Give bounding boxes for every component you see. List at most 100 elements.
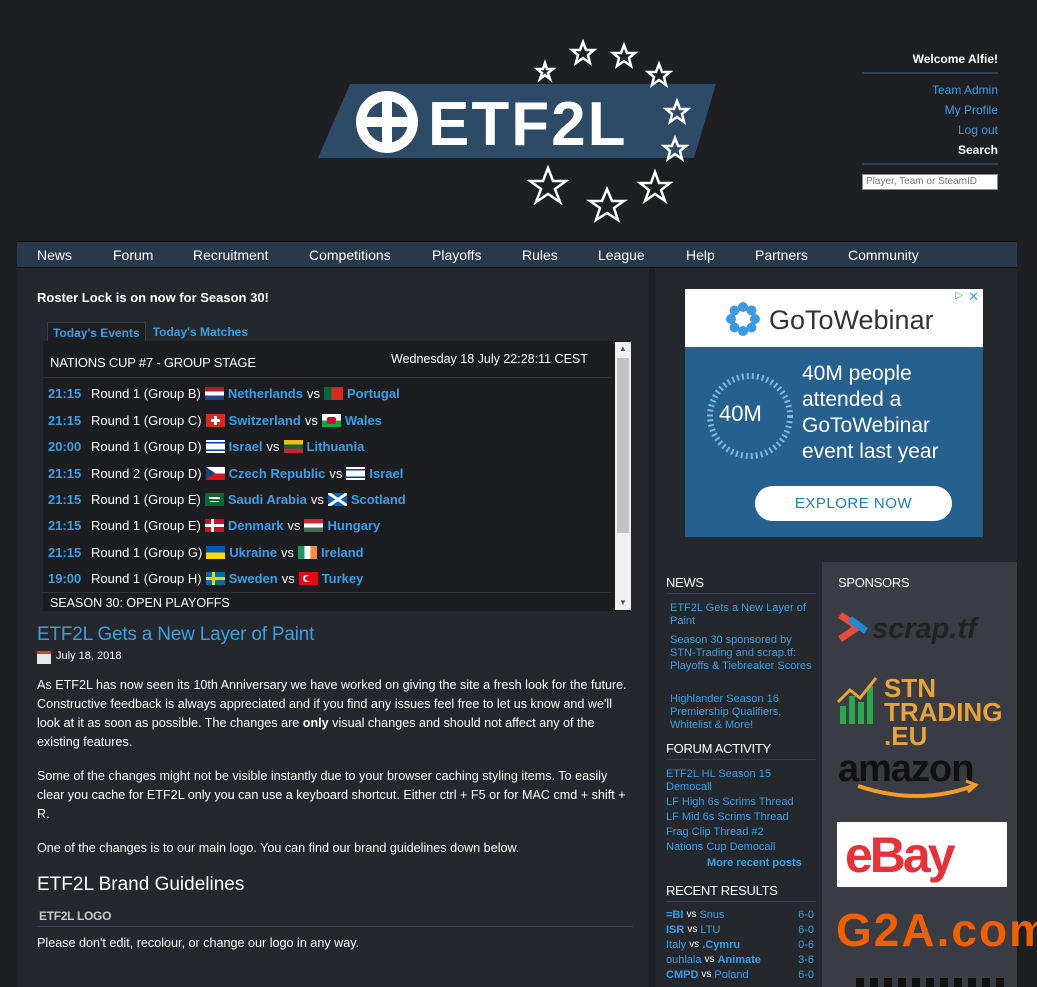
match-score[interactable]: 3-6 — [798, 954, 814, 966]
team-admin-link[interactable]: Team Admin — [862, 83, 998, 97]
nav-help[interactable]: Help — [686, 247, 715, 263]
team-link[interactable]: Saudi Arabia — [228, 492, 307, 507]
team-link[interactable]: LTU — [700, 924, 720, 939]
forum-item[interactable]: ETF2L HL Season 15 Democall — [666, 768, 811, 794]
event-round: Round 1 (Group C) — [91, 413, 202, 428]
forum-item[interactable]: LF Mid 6s Scrims Thread — [666, 811, 789, 824]
czech-flag-icon — [205, 467, 225, 480]
search-input[interactable] — [862, 173, 998, 190]
team-link[interactable]: Italy — [666, 939, 686, 954]
logo-subheading: ETF2L LOGO — [39, 909, 112, 923]
forum-item[interactable]: LF High 6s Scrims Thread — [666, 796, 794, 809]
team-link[interactable]: ISR — [666, 924, 684, 939]
explore-now-button[interactable]: EXPLORE NOW — [755, 486, 952, 521]
match-score[interactable]: 0-6 — [798, 939, 814, 951]
event-round: Round 1 (Group G) — [91, 545, 203, 560]
event-row: 21:15 Round 1 (Group B) Netherlands vs P… — [48, 386, 400, 401]
result-row: ISR vs LTU 6-0 — [666, 924, 814, 939]
team-link[interactable]: ouhlala — [666, 954, 701, 969]
result-row: ouhlala vs Animate 3-6 — [666, 954, 814, 969]
team-link[interactable]: .Cymru — [702, 939, 740, 954]
team-link[interactable]: Poland — [714, 969, 748, 984]
scroll-down-icon[interactable]: ▼ — [615, 596, 631, 610]
more-recent-posts-link[interactable]: More recent posts — [707, 857, 802, 870]
ebay-sponsor-logo[interactable]: eBay — [837, 822, 1007, 887]
news-item[interactable]: Season 30 sponsored by STN-Trading and s… — [670, 634, 815, 673]
team-link[interactable]: Portugal — [347, 386, 400, 401]
team-link[interactable]: Netherlands — [228, 386, 303, 401]
result-row: Italy vs .Cymru 0-6 — [666, 939, 814, 954]
team-link[interactable]: Ukraine — [229, 545, 277, 560]
scroll-up-icon[interactable]: ▲ — [615, 342, 631, 356]
team-link[interactable]: Lithuania — [307, 439, 365, 454]
welcome-text: Welcome Alfie! — [862, 52, 998, 74]
scrap-tf-sponsor-logo[interactable]: scrap.tf — [836, 605, 1008, 655]
nav-competitions[interactable]: Competitions — [309, 247, 391, 263]
g2a-sponsor-logo[interactable]: G2A.com — [836, 903, 1037, 959]
event-time: 21:15 — [48, 518, 82, 533]
next-sponsor-logo[interactable] — [856, 978, 1006, 987]
hungary-flag-icon — [304, 519, 324, 532]
team-link[interactable]: Denmark — [228, 518, 284, 533]
forum-item[interactable]: Frag Clip Thread #2 — [666, 826, 764, 839]
team-link[interactable]: Sweden — [229, 571, 278, 586]
tab-todays-events[interactable]: Today's Events — [47, 322, 146, 342]
events-heading: NATIONS CUP #7 - GROUP STAGE — [50, 355, 256, 370]
ad-stat: 40M — [719, 401, 762, 426]
article-paragraph: Some of the changes might not be visible… — [37, 769, 626, 821]
ad-info-icon[interactable]: ▷ — [955, 290, 963, 301]
team-link[interactable]: Switzerland — [229, 413, 301, 428]
team-link[interactable]: Turkey — [322, 571, 364, 586]
etf2l-logo[interactable]: ETF2L — [310, 38, 730, 238]
gotowebinar-ad[interactable]: GoToWebinar ▷ ✕ 40M 40M people attended … — [685, 289, 983, 537]
team-link[interactable]: CMPD — [666, 969, 698, 984]
match-score[interactable]: 6-0 — [798, 924, 814, 936]
vs-label: vs — [280, 545, 294, 560]
article-paragraph: As ETF2L has now seen its 10th Anniversa… — [37, 676, 637, 752]
team-link[interactable]: Scotland — [351, 492, 406, 507]
tab-todays-matches[interactable]: Today's Matches — [148, 322, 253, 342]
team-link[interactable]: Israel — [229, 439, 263, 454]
event-time: 20:00 — [48, 439, 82, 454]
main-nav: News Forum Recruitment Competitions Play… — [17, 241, 1017, 268]
article-title[interactable]: ETF2L Gets a New Layer of Paint — [37, 624, 314, 646]
match-score[interactable]: 6-0 — [798, 969, 814, 981]
nav-recruitment[interactable]: Recruitment — [193, 247, 268, 263]
news-item[interactable]: Highlander Season 16 Premiership Qualifi… — [670, 693, 815, 732]
forum-item[interactable]: Nations Cup Democall — [666, 841, 775, 854]
nav-news[interactable]: News — [37, 247, 72, 263]
vs-label: vs — [266, 439, 280, 454]
team-link[interactable]: =BI — [666, 909, 683, 924]
israel-flag-icon — [346, 467, 366, 480]
team-link[interactable]: Israel — [369, 466, 403, 481]
team-link[interactable]: Wales — [345, 413, 382, 428]
nav-rules[interactable]: Rules — [522, 247, 558, 263]
team-link[interactable]: Ireland — [321, 545, 364, 560]
ad-close-icon[interactable]: ✕ — [968, 289, 979, 305]
amazon-sponsor-logo[interactable]: amazon — [838, 748, 1008, 804]
israel-flag-icon — [205, 440, 225, 453]
team-link[interactable]: Hungary — [327, 518, 380, 533]
stn-trading-sponsor-logo[interactable]: STN TRADING .EU — [836, 672, 1008, 749]
team-link[interactable]: Animate — [717, 954, 760, 969]
svg-text:ETF2L: ETF2L — [428, 90, 627, 159]
nav-league[interactable]: League — [598, 247, 645, 263]
match-score[interactable]: 6-0 — [798, 909, 814, 921]
team-link[interactable]: Czech Republic — [229, 466, 326, 481]
vs-label: vs — [281, 571, 295, 586]
divider — [43, 592, 611, 593]
announcement: Roster Lock is on now for Season 30! — [37, 290, 269, 305]
news-item[interactable]: ETF2L Gets a New Layer of Paint — [670, 602, 815, 628]
scrollbar-thumb[interactable] — [617, 358, 629, 533]
nav-playoffs[interactable]: Playoffs — [432, 247, 482, 263]
nav-forum[interactable]: Forum — [113, 247, 153, 263]
log-out-link[interactable]: Log out — [862, 123, 998, 137]
event-time: 21:15 — [48, 492, 82, 507]
event-row: 19:00 Round 1 (Group H) Sweden vs Turkey — [48, 571, 363, 586]
team-link[interactable]: Snus — [699, 909, 724, 924]
nav-community[interactable]: Community — [848, 247, 919, 263]
my-profile-link[interactable]: My Profile — [862, 103, 998, 117]
turkey-flag-icon — [298, 572, 318, 585]
nav-partners[interactable]: Partners — [755, 247, 808, 263]
calendar-icon — [37, 651, 51, 664]
